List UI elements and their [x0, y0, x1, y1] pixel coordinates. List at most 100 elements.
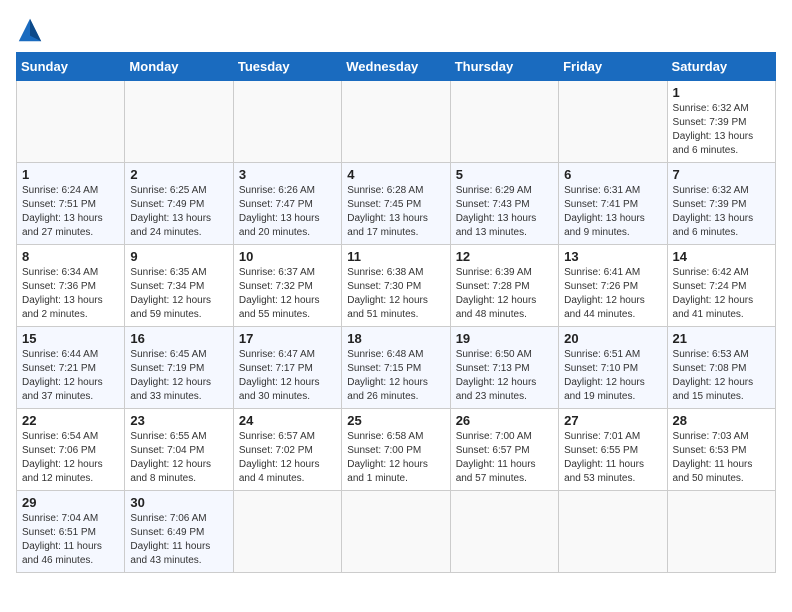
calendar-week-4: 15Sunrise: 6:44 AMSunset: 7:21 PMDayligh…	[17, 327, 776, 409]
day-info: Sunrise: 7:04 AMSunset: 6:51 PMDaylight:…	[22, 512, 119, 568]
calendar-cell: 14Sunrise: 6:42 AMSunset: 7:24 PMDayligh…	[667, 245, 775, 327]
calendar-week-3: 8Sunrise: 6:34 AMSunset: 7:36 PMDaylight…	[17, 245, 776, 327]
column-header-saturday: Saturday	[667, 53, 775, 81]
calendar-cell	[559, 81, 667, 163]
calendar-cell: 10Sunrise: 6:37 AMSunset: 7:32 PMDayligh…	[233, 245, 341, 327]
day-info: Sunrise: 6:24 AMSunset: 7:51 PMDaylight:…	[22, 184, 119, 240]
day-number: 6	[564, 167, 661, 182]
column-header-monday: Monday	[125, 53, 233, 81]
day-number: 14	[673, 249, 770, 264]
day-info: Sunrise: 6:57 AMSunset: 7:02 PMDaylight:…	[239, 430, 336, 486]
calendar-week-6: 29 Sunrise: 7:04 AMSunset: 6:51 PMDayligh…	[17, 491, 776, 573]
day-number: 16	[130, 331, 227, 346]
calendar-cell: 8Sunrise: 6:34 AMSunset: 7:36 PMDaylight…	[17, 245, 125, 327]
calendar-cell: 1 Sunrise: 6:24 AMSunset: 7:51 PMDaylight…	[17, 163, 125, 245]
day-number: 22	[22, 413, 119, 428]
column-header-friday: Friday	[559, 53, 667, 81]
calendar-cell: 13Sunrise: 6:41 AMSunset: 7:26 PMDayligh…	[559, 245, 667, 327]
day-info: Sunrise: 6:38 AMSunset: 7:30 PMDaylight:…	[347, 266, 444, 322]
day-info: Sunrise: 6:55 AMSunset: 7:04 PMDaylight:…	[130, 430, 227, 486]
calendar-cell: 24 Sunrise: 6:57 AMSunset: 7:02 PMDayligh…	[233, 409, 341, 491]
calendar-cell: 15Sunrise: 6:44 AMSunset: 7:21 PMDayligh…	[17, 327, 125, 409]
calendar-cell: 5Sunrise: 6:29 AMSunset: 7:43 PMDaylight…	[450, 163, 558, 245]
calendar-cell: 16 Sunrise: 6:45 AMSunset: 7:19 PMDayligh…	[125, 327, 233, 409]
calendar-cell: 17 Sunrise: 6:47 AMSunset: 7:17 PMDayligh…	[233, 327, 341, 409]
calendar-cell: 22 Sunrise: 6:54 AMSunset: 7:06 PMDayligh…	[17, 409, 125, 491]
calendar-cell: 18 Sunrise: 6:48 AMSunset: 7:15 PMDayligh…	[342, 327, 450, 409]
calendar-cell: 4 Sunrise: 6:28 AMSunset: 7:45 PMDaylight…	[342, 163, 450, 245]
page-header	[16, 16, 776, 44]
calendar-cell: 28 Sunrise: 7:03 AMSunset: 6:53 PMDayligh…	[667, 409, 775, 491]
day-info: Sunrise: 6:47 AMSunset: 7:17 PMDaylight:…	[239, 348, 336, 404]
calendar-cell	[125, 81, 233, 163]
day-number: 1	[673, 85, 770, 100]
calendar-cell: 12Sunrise: 6:39 AMSunset: 7:28 PMDayligh…	[450, 245, 558, 327]
day-number: 29	[22, 495, 119, 510]
day-info: Sunrise: 6:31 AMSunset: 7:41 PMDaylight:…	[564, 184, 661, 240]
day-info: Sunrise: 7:00 AMSunset: 6:57 PMDaylight:…	[456, 430, 553, 486]
calendar-cell: 27 Sunrise: 7:01 AMSunset: 6:55 PMDayligh…	[559, 409, 667, 491]
calendar-cell: 21 Sunrise: 6:53 AMSunset: 7:08 PMDayligh…	[667, 327, 775, 409]
day-info: Sunrise: 6:32 AMSunset: 7:39 PMDaylight:…	[673, 184, 770, 240]
day-info: Sunrise: 6:39 AMSunset: 7:28 PMDaylight:…	[456, 266, 553, 322]
day-info: Sunrise: 6:51 AMSunset: 7:10 PMDaylight:…	[564, 348, 661, 404]
day-info: Sunrise: 6:53 AMSunset: 7:08 PMDaylight:…	[673, 348, 770, 404]
day-info: Sunrise: 7:03 AMSunset: 6:53 PMDaylight:…	[673, 430, 770, 486]
calendar-cell	[17, 81, 125, 163]
calendar-cell: 20 Sunrise: 6:51 AMSunset: 7:10 PMDayligh…	[559, 327, 667, 409]
day-number: 28	[673, 413, 770, 428]
calendar-cell: 30 Sunrise: 7:06 AMSunset: 6:49 PMDayligh…	[125, 491, 233, 573]
calendar-week-5: 22 Sunrise: 6:54 AMSunset: 7:06 PMDayligh…	[17, 409, 776, 491]
calendar-cell: 19Sunrise: 6:50 AMSunset: 7:13 PMDayligh…	[450, 327, 558, 409]
day-info: Sunrise: 7:06 AMSunset: 6:49 PMDaylight:…	[130, 512, 227, 568]
calendar-cell: 9 Sunrise: 6:35 AMSunset: 7:34 PMDaylight…	[125, 245, 233, 327]
day-info: Sunrise: 6:26 AMSunset: 7:47 PMDaylight:…	[239, 184, 336, 240]
day-info: Sunrise: 6:41 AMSunset: 7:26 PMDaylight:…	[564, 266, 661, 322]
day-info: Sunrise: 6:54 AMSunset: 7:06 PMDaylight:…	[22, 430, 119, 486]
calendar-week-2: 1 Sunrise: 6:24 AMSunset: 7:51 PMDaylight…	[17, 163, 776, 245]
day-number: 27	[564, 413, 661, 428]
day-info: Sunrise: 6:34 AMSunset: 7:36 PMDaylight:…	[22, 266, 119, 322]
day-number: 20	[564, 331, 661, 346]
day-number: 17	[239, 331, 336, 346]
column-header-tuesday: Tuesday	[233, 53, 341, 81]
calendar-table: SundayMondayTuesdayWednesdayThursdayFrid…	[16, 52, 776, 573]
day-number: 15	[22, 331, 119, 346]
calendar-cell: 2Sunrise: 6:25 AMSunset: 7:49 PMDaylight…	[125, 163, 233, 245]
day-number: 9	[130, 249, 227, 264]
day-info: Sunrise: 7:01 AMSunset: 6:55 PMDaylight:…	[564, 430, 661, 486]
day-number: 21	[673, 331, 770, 346]
calendar-cell	[667, 491, 775, 573]
calendar-cell: 26Sunrise: 7:00 AMSunset: 6:57 PMDayligh…	[450, 409, 558, 491]
column-header-sunday: Sunday	[17, 53, 125, 81]
calendar-cell	[450, 81, 558, 163]
day-number: 24	[239, 413, 336, 428]
day-info: Sunrise: 6:48 AMSunset: 7:15 PMDaylight:…	[347, 348, 444, 404]
calendar-week-1: 1 Sunrise: 6:32 AMSunset: 7:39 PMDaylight…	[17, 81, 776, 163]
day-info: Sunrise: 6:45 AMSunset: 7:19 PMDaylight:…	[130, 348, 227, 404]
day-info: Sunrise: 6:25 AMSunset: 7:49 PMDaylight:…	[130, 184, 227, 240]
calendar-cell: 25 Sunrise: 6:58 AMSunset: 7:00 PMDayligh…	[342, 409, 450, 491]
day-number: 18	[347, 331, 444, 346]
day-number: 5	[456, 167, 553, 182]
logo-icon	[16, 16, 44, 44]
column-header-wednesday: Wednesday	[342, 53, 450, 81]
logo	[16, 16, 48, 44]
day-number: 3	[239, 167, 336, 182]
day-info: Sunrise: 6:32 AMSunset: 7:39 PMDaylight:…	[673, 102, 770, 158]
day-info: Sunrise: 6:28 AMSunset: 7:45 PMDaylight:…	[347, 184, 444, 240]
day-number: 23	[130, 413, 227, 428]
day-number: 7	[673, 167, 770, 182]
calendar-cell: 29 Sunrise: 7:04 AMSunset: 6:51 PMDayligh…	[17, 491, 125, 573]
day-info: Sunrise: 6:35 AMSunset: 7:34 PMDaylight:…	[130, 266, 227, 322]
calendar-cell: 3 Sunrise: 6:26 AMSunset: 7:47 PMDaylight…	[233, 163, 341, 245]
calendar-cell	[233, 81, 341, 163]
day-number: 1	[22, 167, 119, 182]
column-header-thursday: Thursday	[450, 53, 558, 81]
day-number: 4	[347, 167, 444, 182]
day-number: 19	[456, 331, 553, 346]
day-number: 25	[347, 413, 444, 428]
day-number: 30	[130, 495, 227, 510]
day-info: Sunrise: 6:58 AMSunset: 7:00 PMDaylight:…	[347, 430, 444, 486]
calendar-cell: 6 Sunrise: 6:31 AMSunset: 7:41 PMDaylight…	[559, 163, 667, 245]
